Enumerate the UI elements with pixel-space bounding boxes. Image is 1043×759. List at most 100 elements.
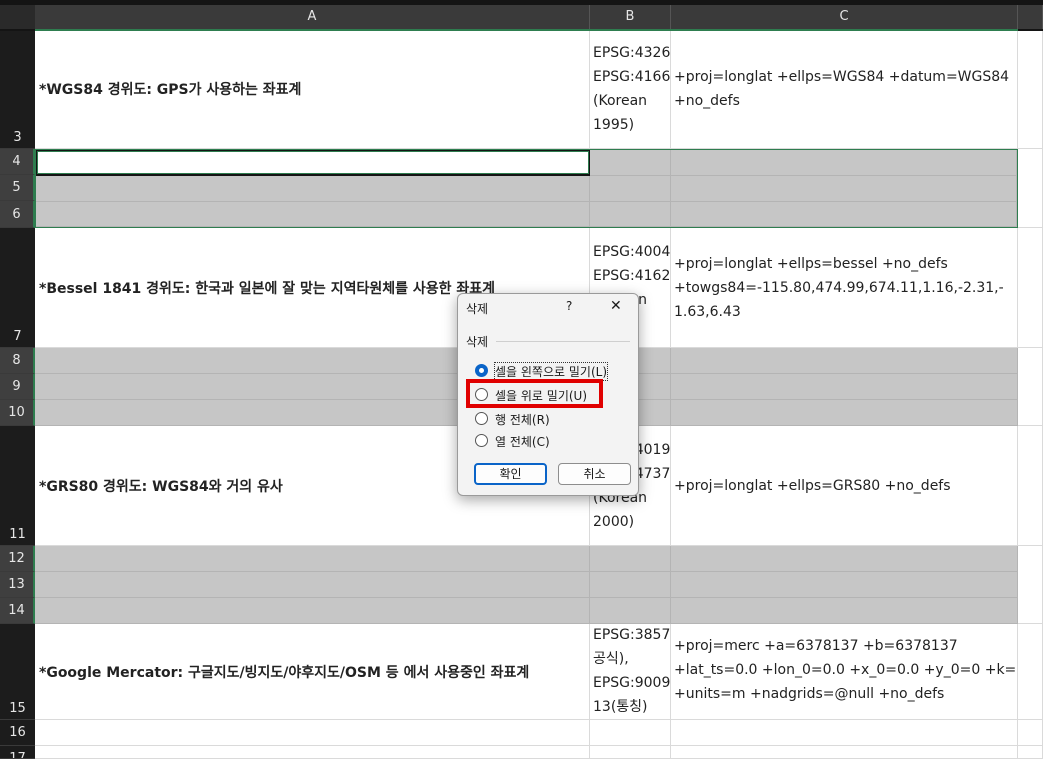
close-icon[interactable]: ✕ — [610, 298, 622, 314]
cell-c10[interactable] — [671, 400, 1018, 426]
row-header[interactable]: 16 — [0, 720, 35, 746]
cell-c6[interactable] — [671, 202, 1017, 227]
radio-shift-left[interactable] — [475, 364, 488, 377]
row-header[interactable]: 12 — [0, 546, 35, 572]
cell-b14[interactable] — [590, 598, 671, 624]
highlight-annotation-box — [466, 379, 603, 408]
row-header[interactable]: 11 — [0, 426, 35, 546]
cell-c14[interactable] — [671, 598, 1018, 624]
cell-c16[interactable] — [671, 720, 1018, 746]
cell-d16[interactable] — [1018, 720, 1043, 746]
cell-c7[interactable]: +proj=longlat +ellps=bessel +no_defs +to… — [671, 228, 1018, 348]
option-label: 행 전체(R) — [495, 413, 550, 427]
cell-a15[interactable]: *Google Mercator: 구글지도/빙지도/야후지도/OSM 등 에서… — [35, 624, 590, 720]
cell-line: +no_defs — [674, 93, 740, 109]
row-header[interactable]: 4 — [0, 149, 35, 175]
cell-c17[interactable] — [671, 746, 1018, 759]
cell-line: EPSG:4004, — [593, 244, 671, 260]
option-entire-row[interactable]: 행 전체(R) — [475, 410, 625, 428]
cell-c13[interactable] — [671, 572, 1018, 598]
cell-d15[interactable] — [1018, 624, 1043, 720]
cell-a3[interactable]: *WGS84 경위도: GPS가 사용하는 좌표계 — [35, 31, 590, 149]
cell-a12[interactable] — [35, 546, 590, 572]
cell-d7[interactable] — [1018, 228, 1043, 348]
cell-line: EPSG:9009 — [593, 675, 671, 691]
cell-d4-6[interactable] — [1018, 149, 1043, 228]
dialog-title: 삭제 — [466, 302, 489, 316]
cell-line: 1995) — [593, 117, 635, 133]
row-header[interactable]: 6 — [0, 201, 35, 228]
cell-line: +units=m +nadgrids=@null +no_defs — [674, 686, 945, 702]
select-all-corner[interactable] — [0, 5, 35, 29]
cell-line: 1.63,6.43 — [674, 304, 741, 320]
cell-b12[interactable] — [590, 546, 671, 572]
radio-entire-row[interactable] — [475, 412, 488, 425]
option-shift-left[interactable]: 셀을 왼쪽으로 밀기(L) — [475, 362, 625, 381]
row-header[interactable]: 15 — [0, 624, 35, 720]
cell-c12[interactable] — [671, 546, 1018, 572]
cell-line: +proj=longlat +ellps=WGS84 +datum=WGS84 — [674, 69, 1010, 85]
row-header[interactable]: 9 — [0, 374, 35, 400]
cell-c4[interactable] — [671, 150, 1017, 176]
group-label: 삭제 — [466, 335, 489, 349]
cell-b4[interactable] — [590, 150, 671, 176]
cell-line: EPSG:4162 — [593, 268, 671, 284]
cell-a14[interactable] — [35, 598, 590, 624]
column-header-d[interactable] — [1018, 5, 1043, 29]
cell-line: EPSG:4166 — [593, 69, 671, 85]
help-button[interactable]: ? — [566, 299, 572, 313]
ok-button[interactable]: 확인 — [474, 463, 547, 485]
row-header[interactable]: 17 — [0, 746, 35, 759]
cell-c5[interactable] — [671, 176, 1017, 202]
cell-text: *WGS84 경위도: GPS가 사용하는 좌표계 — [39, 82, 302, 98]
cell-line: 공식), — [593, 651, 629, 667]
row-header[interactable]: 7 — [0, 228, 35, 348]
cell-a13[interactable] — [35, 572, 590, 598]
row-header[interactable]: 10 — [0, 400, 35, 426]
cell-d11[interactable] — [1018, 426, 1043, 546]
cell-c9[interactable] — [671, 374, 1018, 400]
cell-d17[interactable] — [1018, 746, 1043, 759]
cell-text: *Bessel 1841 경위도: 한국과 일본에 잘 맞는 지역타원체를 사용… — [39, 281, 495, 297]
cell-text: *Google Mercator: 구글지도/빙지도/야후지도/OSM 등 에서… — [39, 665, 530, 681]
row-header[interactable]: 14 — [0, 598, 35, 624]
cell-d12-14[interactable] — [1018, 546, 1043, 624]
cell-b13[interactable] — [590, 572, 671, 598]
row-6-cells[interactable] — [36, 202, 590, 227]
row-header[interactable]: 8 — [0, 348, 35, 374]
row-header[interactable]: 13 — [0, 572, 35, 598]
cell-a16[interactable] — [35, 720, 590, 746]
column-header-a[interactable]: A — [35, 5, 590, 29]
active-cell-a4[interactable] — [37, 151, 589, 174]
cell-line: +proj=longlat +ellps=GRS80 +no_defs — [674, 478, 951, 494]
cell-c8[interactable] — [671, 348, 1018, 374]
column-header-b[interactable]: B — [590, 5, 671, 29]
cell-line: +towgs84=-115.80,474.99,674.11,1.16,-2.3… — [674, 280, 1004, 296]
cell-line: EPSG:4326, — [593, 45, 671, 61]
cell-line: +proj=longlat +ellps=bessel +no_defs — [674, 256, 948, 272]
cell-b16[interactable] — [590, 720, 671, 746]
cell-c11[interactable]: +proj=longlat +ellps=GRS80 +no_defs — [671, 426, 1018, 546]
cell-a17[interactable] — [35, 746, 590, 759]
group-divider — [496, 341, 630, 342]
cell-b3[interactable]: EPSG:4326, EPSG:4166 (Korean 1995) — [590, 31, 671, 149]
radio-entire-column[interactable] — [475, 434, 488, 447]
cell-line: EPSG:3857( — [593, 627, 671, 643]
cell-line: 13(통칭) — [593, 699, 648, 715]
cell-c3[interactable]: +proj=longlat +ellps=WGS84 +datum=WGS84 … — [671, 31, 1018, 149]
cell-b5[interactable] — [590, 176, 671, 202]
row-header[interactable]: 5 — [0, 175, 35, 201]
row-5-cells[interactable] — [36, 176, 590, 202]
option-entire-column[interactable]: 열 전체(C) — [475, 432, 625, 450]
cancel-button[interactable]: 취소 — [558, 463, 631, 485]
cell-c15[interactable]: +proj=merc +a=6378137 +b=6378137 +lat_ts… — [671, 624, 1018, 720]
cell-d3[interactable] — [1018, 31, 1043, 149]
cell-d8-10[interactable] — [1018, 348, 1043, 426]
cell-b17[interactable] — [590, 746, 671, 759]
cell-b15[interactable]: EPSG:3857( 공식), EPSG:9009 13(통칭) — [590, 624, 671, 720]
column-header-c[interactable]: C — [671, 5, 1018, 29]
cell-text: *GRS80 경위도: WGS84와 거의 유사 — [39, 479, 283, 495]
selected-range-4-6[interactable] — [35, 149, 1018, 228]
row-header[interactable]: 3 — [0, 31, 35, 149]
cell-b6[interactable] — [590, 202, 671, 227]
